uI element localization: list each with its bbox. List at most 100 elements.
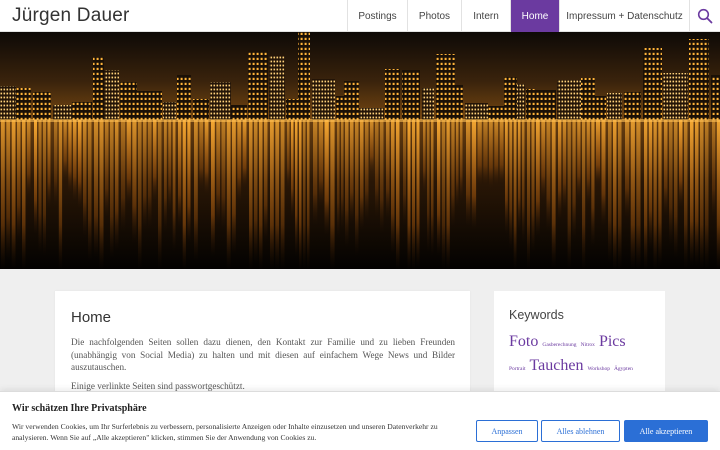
water-reflection <box>396 120 400 269</box>
skyline-building <box>16 88 31 120</box>
water-reflection <box>115 120 119 250</box>
water-reflection <box>684 120 688 269</box>
water-reflection <box>164 120 167 231</box>
water-reflection <box>303 120 306 269</box>
water-reflection <box>6 120 11 259</box>
tag-workshop[interactable]: Workshop <box>587 358 609 380</box>
skyline-building <box>526 89 535 120</box>
water-reflection <box>172 120 176 251</box>
water-reflection <box>178 120 182 227</box>
water-reflection <box>54 120 58 206</box>
water-reflection <box>391 120 395 254</box>
water-reflection <box>518 120 521 231</box>
water-reflection <box>669 120 673 245</box>
tag-pics[interactable]: Pics <box>599 332 626 352</box>
skyline-building <box>286 99 298 120</box>
water-reflection <box>254 120 258 263</box>
water-reflection <box>674 120 678 258</box>
tag-nitrox[interactable]: Nitrox <box>581 335 595 355</box>
water-reflection <box>63 120 67 178</box>
water-reflection <box>630 120 635 269</box>
water-reflection <box>536 120 540 236</box>
water-reflection <box>138 120 142 269</box>
water-reflection <box>38 120 42 253</box>
skyline-building <box>663 73 688 120</box>
water-reflection <box>636 120 641 269</box>
water-reflection <box>345 120 349 247</box>
search-button[interactable] <box>689 0 720 32</box>
skyline-building <box>336 96 344 120</box>
water-reflection <box>330 120 335 269</box>
skyline-building <box>104 70 119 120</box>
skyline-building <box>193 99 209 120</box>
widget-title: Keywords <box>509 308 564 322</box>
skyline-building <box>595 96 606 120</box>
skyline-building <box>607 93 622 120</box>
water-reflection <box>613 120 617 269</box>
nav-item-impressum[interactable]: Impressum + Datenschutz <box>559 0 689 32</box>
water-reflection <box>47 120 51 208</box>
water-reflection <box>11 120 16 269</box>
skyline-building <box>231 105 247 120</box>
skyline-building <box>210 82 231 120</box>
accept-all-button[interactable]: Alle akzeptieren <box>624 420 708 442</box>
nav-item-intern[interactable]: Intern <box>461 0 510 32</box>
water-reflection <box>648 120 653 249</box>
water-reflection <box>423 120 426 193</box>
water-reflection <box>700 120 704 269</box>
water-reflection <box>110 120 114 258</box>
water-reflection <box>341 120 344 230</box>
water-reflection <box>618 120 622 269</box>
water-reflection <box>132 120 137 243</box>
water-reflection <box>477 120 482 185</box>
water-reflection <box>270 120 274 269</box>
skyline-building <box>624 92 641 120</box>
water-reflection <box>567 120 571 269</box>
tag-cloud: Foto Gasberechnung Nitrox Pics Portrait … <box>509 332 659 380</box>
skyline-building <box>385 69 400 120</box>
nav-item-home[interactable]: Home <box>510 0 559 32</box>
customize-button[interactable]: Anpassen <box>476 420 538 442</box>
water-reflection <box>431 120 434 255</box>
nav-item-postings[interactable]: Postings <box>347 0 407 32</box>
skyline-building <box>455 85 463 120</box>
hero-image <box>0 32 720 269</box>
tag-gasberechnung[interactable]: Gasberechnung <box>542 335 576 355</box>
cookie-text: Wir verwenden Cookies, um Ihr Surferlebn… <box>12 422 438 442</box>
water-reflection <box>264 120 268 242</box>
water-reflection <box>83 120 87 237</box>
water-reflection <box>522 120 525 242</box>
water-reflection <box>280 120 285 269</box>
cookie-banner: Wir schätzen Ihre Privatsphäre Wir verwe… <box>0 391 720 450</box>
water-reflection <box>427 120 430 253</box>
page-title: Home <box>71 309 112 326</box>
water-reflection <box>221 120 226 230</box>
tag-foto[interactable]: Foto <box>509 332 538 352</box>
water-reflection <box>287 120 290 189</box>
site-title[interactable]: Jürgen Dauer <box>12 5 130 27</box>
water-reflection <box>350 120 354 223</box>
water-reflection <box>658 120 662 266</box>
water-reflection <box>494 120 499 185</box>
tag-portrait[interactable]: Portrait <box>509 358 526 380</box>
nav-item-photos[interactable]: Photos <box>407 0 461 32</box>
water-reflection <box>291 120 294 218</box>
reject-all-button[interactable]: Alles ablehnen <box>541 420 620 442</box>
water-reflection <box>259 120 263 269</box>
water-reflection <box>58 120 63 269</box>
water-reflection <box>295 120 298 256</box>
water-reflection <box>705 120 709 269</box>
tag-tauchen[interactable]: Tauchen <box>530 355 584 377</box>
water-reflection <box>695 120 699 265</box>
water-reflection <box>211 120 215 256</box>
site-header: Jürgen Dauer Postings Photos Intern Home… <box>0 0 720 32</box>
water-reflection <box>73 120 77 201</box>
water-reflection <box>94 120 98 257</box>
water-reflection <box>407 120 411 269</box>
water-reflection <box>562 120 567 210</box>
tag-aegypten[interactable]: Ägypten <box>614 358 633 380</box>
skyline-building <box>504 77 517 120</box>
water-reflection <box>664 120 668 216</box>
water-reflection <box>441 120 446 269</box>
skyline-building <box>436 54 455 120</box>
